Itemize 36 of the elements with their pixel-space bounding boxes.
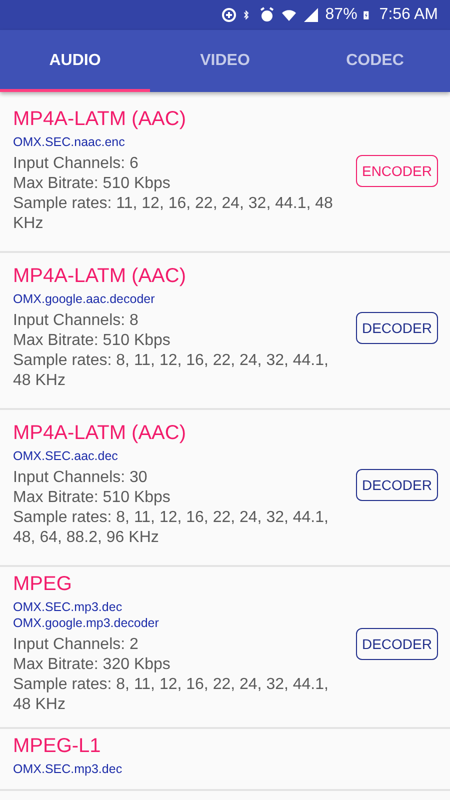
codec-title: MPEG-L1 [13, 735, 102, 758]
codec-type-button[interactable]: DECODER [356, 468, 438, 500]
tab[interactable]: CODEC [300, 30, 450, 92]
component-name: OMX.SEC.naac.enc [13, 134, 126, 150]
clock-time: 7:56 AM [379, 6, 438, 24]
codec-detail: Input Channels: 6 [13, 154, 140, 174]
codec-detail: Input Channels: 30 [13, 468, 148, 488]
tab[interactable]: VIDEO [150, 30, 300, 92]
component-name: OMX.google.aac.decoder [13, 290, 156, 306]
codec-detail: Max Bitrate: 320 Kbps [13, 655, 172, 675]
codec-detail: Max Bitrate: 510 Kbps [13, 488, 172, 508]
signal-icon [303, 7, 320, 23]
codec-detail: Sample rates: 8, 11, 12, 16, 22, 24, 32, 44.1, 48 KHz [13, 350, 330, 390]
codec-detail: Sample rates: 8, 11, 12, 16, 22, 24, 32, 44.1, 48, 64, 88.2, 96 KHz [13, 508, 330, 548]
codec-type-button[interactable]: ENCODER [356, 154, 438, 186]
codec-detail: Input Channels: 2 [13, 635, 140, 655]
wifi-icon [281, 7, 298, 23]
component-name: OMX.SEC.aac.dec [13, 448, 119, 464]
codec-detail: Input Channels: 8 [13, 310, 140, 330]
battery-percentage: 87% [325, 6, 358, 24]
codec-title: MPEG [13, 573, 73, 596]
codec-title: MP4A-LATM (AAC) [13, 108, 187, 130]
codec-type-button[interactable]: DECODER [356, 312, 438, 344]
component-name: OMX.SEC.mp3.dec [13, 599, 124, 615]
codec-detail: Max Bitrate: 510 Kbps [13, 174, 172, 194]
alarm-icon [259, 7, 276, 23]
tab[interactable]: AUDIO [0, 30, 150, 92]
codec-detail: Max Bitrate: 510 Kbps [13, 330, 172, 350]
codec-title: MP4A-LATM (AAC) [13, 422, 187, 444]
component-name: OMX.SEC.mp3.dec [13, 761, 124, 777]
data-saver-icon [221, 7, 238, 23]
codec-title: MP4A-LATM (AAC) [13, 264, 187, 288]
codec-type-button[interactable]: DECODER [356, 628, 438, 660]
component-name: OMX.google.mp3.decoder [13, 615, 160, 631]
codec-detail: Sample rates: 11, 12, 16, 22, 24, 32, 44.1, 48 KHz [13, 194, 334, 234]
codec-detail: Sample rates: 8, 11, 12, 16, 22, 24, 32, 44.1, 48 KHz [13, 675, 330, 715]
